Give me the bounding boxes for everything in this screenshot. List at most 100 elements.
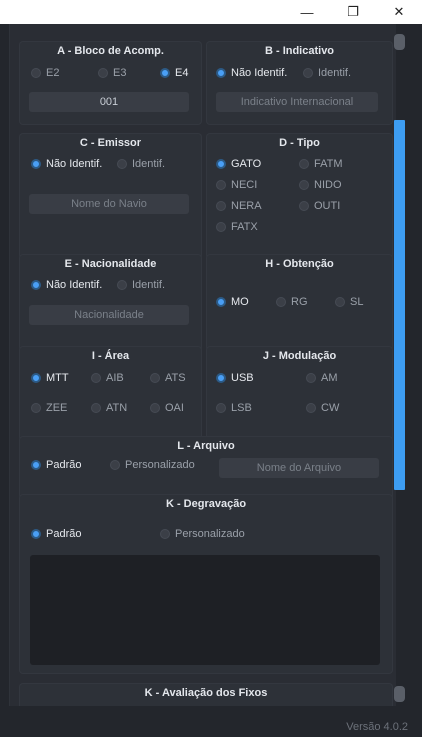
radio-e3[interactable]: E3 bbox=[98, 67, 126, 79]
radio-outi[interactable]: OUTI bbox=[299, 200, 340, 212]
radio-dot bbox=[335, 297, 345, 307]
radio-dot bbox=[31, 529, 41, 539]
radio-nido[interactable]: NIDO bbox=[299, 179, 342, 191]
radio-dot bbox=[31, 280, 41, 290]
maximize-button[interactable]: ❐ bbox=[330, 0, 376, 24]
radio-l-padrao[interactable]: Padrão bbox=[31, 459, 81, 471]
radio-dot bbox=[91, 403, 101, 413]
restore-icon: ❐ bbox=[347, 4, 359, 19]
radio-fatm[interactable]: FATM bbox=[299, 158, 343, 170]
section-k2-title: K - Avaliação dos Fixos bbox=[144, 687, 268, 699]
section-j-title: J - Modulação bbox=[262, 350, 337, 362]
radio-am[interactable]: AM bbox=[306, 372, 338, 384]
radio-dot bbox=[216, 180, 226, 190]
radio-dot bbox=[31, 403, 41, 413]
radio-k-padrao[interactable]: Padrão bbox=[31, 528, 81, 540]
radio-neci[interactable]: NECI bbox=[216, 179, 257, 191]
section-a: A - Bloco de Acomp. E2 E3 E4 001 bbox=[19, 41, 202, 125]
minimize-button[interactable]: — bbox=[284, 0, 330, 24]
radio-dot bbox=[117, 280, 127, 290]
section-e: E - Nacionalidade Não Identif. Identif. … bbox=[19, 254, 202, 361]
radio-dot bbox=[303, 68, 313, 78]
radio-dot bbox=[150, 403, 160, 413]
close-button[interactable]: ✕ bbox=[376, 0, 422, 24]
radio-fatx[interactable]: FATX bbox=[216, 221, 258, 233]
radio-atn[interactable]: ATN bbox=[91, 402, 127, 414]
radio-dot bbox=[110, 460, 120, 470]
bloco-input[interactable]: 001 bbox=[29, 92, 189, 112]
section-k-avaliacao: K - Avaliação dos Fixos bbox=[19, 683, 393, 706]
radio-aib[interactable]: AIB bbox=[91, 372, 124, 384]
radio-dot bbox=[216, 403, 226, 413]
radio-dot bbox=[160, 529, 170, 539]
radio-k-personalizado[interactable]: Personalizado bbox=[160, 528, 245, 540]
section-k-title: K - Degravação bbox=[165, 498, 247, 510]
radio-dot bbox=[299, 159, 309, 169]
radio-usb[interactable]: USB bbox=[216, 372, 254, 384]
radio-dot bbox=[31, 68, 41, 78]
radio-b-nao-identif[interactable]: Não Identif. bbox=[216, 67, 287, 79]
section-k-degravacao: K - Degravação Padrão Personalizado bbox=[19, 494, 393, 674]
radio-dot bbox=[306, 373, 316, 383]
scroll-up-arrow[interactable] bbox=[394, 34, 405, 50]
radio-dot bbox=[306, 403, 316, 413]
radio-lsb[interactable]: LSB bbox=[216, 402, 252, 414]
section-e-title: E - Nacionalidade bbox=[64, 258, 157, 270]
radio-dot bbox=[276, 297, 286, 307]
radio-dot bbox=[299, 201, 309, 211]
radio-dot bbox=[299, 180, 309, 190]
radio-nera[interactable]: NERA bbox=[216, 200, 262, 212]
main-panel: A - Bloco de Acomp. E2 E3 E4 001 B - Ind… bbox=[10, 24, 396, 706]
radio-dot bbox=[216, 222, 226, 232]
section-h-title: H - Obtenção bbox=[265, 258, 334, 270]
indicativo-input[interactable]: Indicativo Internacional bbox=[216, 92, 378, 112]
radio-rg[interactable]: RG bbox=[276, 296, 308, 308]
section-d-title: D - Tipo bbox=[279, 137, 320, 149]
scroll-down-arrow[interactable] bbox=[394, 686, 405, 702]
radio-e-identif[interactable]: Identif. bbox=[117, 279, 165, 291]
radio-dot bbox=[150, 373, 160, 383]
section-c: C - Emissor Não Identif. Identif. Nome d… bbox=[19, 133, 202, 270]
section-h: H - Obtenção MO RG SL bbox=[206, 254, 393, 361]
radio-c-identif[interactable]: Identif. bbox=[117, 158, 165, 170]
radio-oai[interactable]: OAI bbox=[150, 402, 184, 414]
radio-mtt[interactable]: MTT bbox=[31, 372, 69, 384]
nome-arquivo-input[interactable]: Nome do Arquivo bbox=[219, 458, 379, 478]
radio-dot bbox=[216, 373, 226, 383]
radio-dot bbox=[160, 68, 170, 78]
version-label: Versão 4.0.2 bbox=[346, 721, 408, 733]
radio-gato[interactable]: GATO bbox=[216, 158, 261, 170]
left-strip bbox=[0, 24, 10, 706]
radio-cw[interactable]: CW bbox=[306, 402, 339, 414]
radio-dot bbox=[216, 297, 226, 307]
close-icon: ✕ bbox=[393, 4, 405, 19]
section-c-title: C - Emissor bbox=[79, 137, 142, 149]
radio-sl[interactable]: SL bbox=[335, 296, 363, 308]
degravacao-textarea[interactable] bbox=[30, 555, 380, 665]
minimize-icon: — bbox=[300, 4, 314, 20]
radio-mo[interactable]: MO bbox=[216, 296, 249, 308]
radio-e2[interactable]: E2 bbox=[31, 67, 59, 79]
radio-zee[interactable]: ZEE bbox=[31, 402, 67, 414]
radio-dot bbox=[117, 159, 127, 169]
radio-l-personalizado[interactable]: Personalizado bbox=[110, 459, 195, 471]
nome-navio-input[interactable]: Nome do Navio bbox=[29, 194, 189, 214]
radio-dot bbox=[31, 373, 41, 383]
radio-b-identif[interactable]: Identif. bbox=[303, 67, 351, 79]
radio-c-nao-identif[interactable]: Não Identif. bbox=[31, 158, 102, 170]
radio-e-nao-identif[interactable]: Não Identif. bbox=[31, 279, 102, 291]
section-b-title: B - Indicativo bbox=[264, 45, 335, 57]
radio-dot bbox=[31, 159, 41, 169]
section-b: B - Indicativo Não Identif. Identif. Ind… bbox=[206, 41, 393, 125]
radio-dot bbox=[91, 373, 101, 383]
radio-ats[interactable]: ATS bbox=[150, 372, 186, 384]
radio-dot bbox=[31, 460, 41, 470]
section-d: D - Tipo GATO FATM NECI NIDO NERA OUTI F… bbox=[206, 133, 393, 270]
section-a-title: A - Bloco de Acomp. bbox=[57, 45, 164, 57]
nacionalidade-input[interactable]: Nacionalidade bbox=[29, 305, 189, 325]
radio-dot bbox=[98, 68, 108, 78]
radio-dot bbox=[216, 201, 226, 211]
radio-e4[interactable]: E4 bbox=[160, 67, 188, 79]
scroll-thumb[interactable] bbox=[394, 120, 405, 490]
section-i-title: I - Área bbox=[91, 350, 130, 362]
